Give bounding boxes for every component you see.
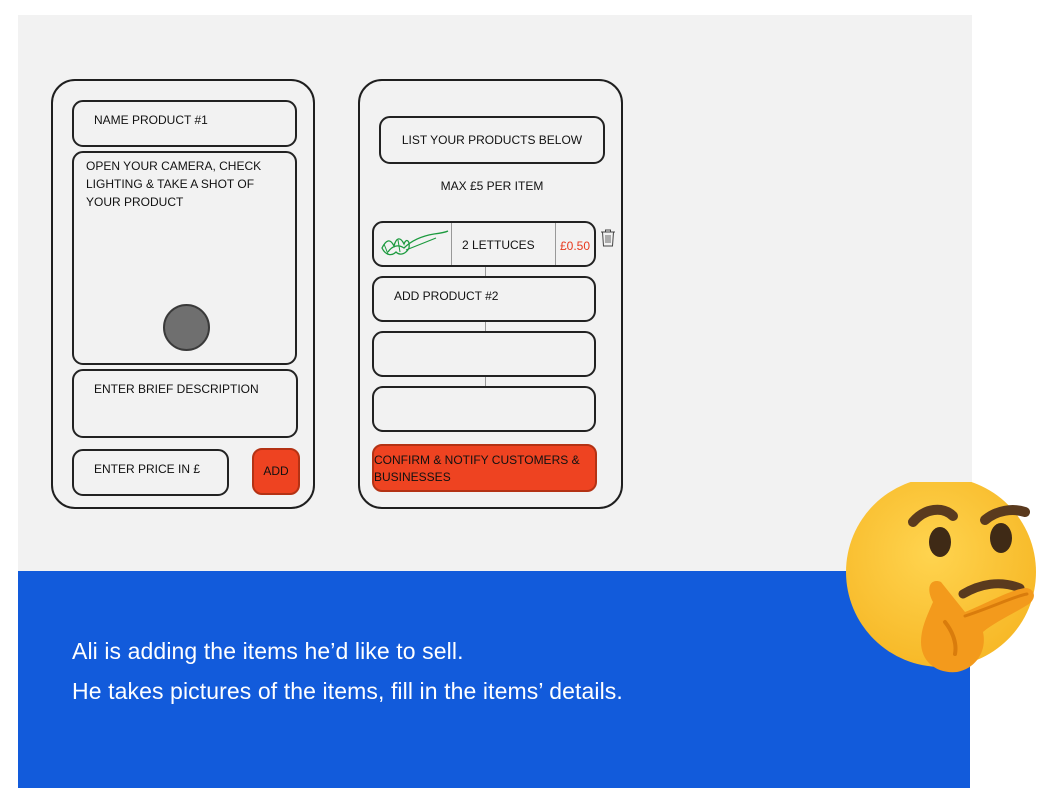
caption-line-1: Ali is adding the items he’d like to sel… (72, 638, 464, 664)
description-input[interactable]: ENTER BRIEF DESCRIPTION (72, 369, 298, 438)
price-input[interactable]: ENTER PRICE IN £ (72, 449, 229, 496)
lettuce-sketch-icon (381, 230, 449, 256)
confirm-notify-button[interactable]: CONFIRM & NOTIFY CUSTOMERS & BUSINESSES (372, 444, 597, 492)
list-header: LIST YOUR PRODUCTS BELOW (379, 116, 605, 164)
item-price: £0.50 (560, 239, 591, 253)
confirm-button-label: CONFIRM & NOTIFY CUSTOMERS & BUSINESSES (374, 453, 580, 484)
item-name: 2 LETTUCES (462, 238, 535, 252)
empty-product-slot[interactable] (372, 386, 596, 432)
description-placeholder: ENTER BRIEF DESCRIPTION (94, 382, 259, 396)
camera-viewfinder[interactable]: OPEN YOUR CAMERA, CHECK LIGHTING & TAKE … (72, 151, 297, 365)
add-button[interactable]: ADD (252, 448, 300, 495)
item-divider (555, 223, 556, 265)
thinking-face-emoji (846, 482, 1036, 673)
camera-prompt: OPEN YOUR CAMERA, CHECK LIGHTING & TAKE … (86, 159, 262, 209)
item-divider (451, 223, 452, 265)
add-product-placeholder: ADD PRODUCT #2 (394, 289, 499, 303)
price-placeholder: ENTER PRICE IN £ (94, 462, 201, 476)
list-header-label: LIST YOUR PRODUCTS BELOW (401, 133, 583, 147)
product-name-input[interactable]: NAME PRODUCT #1 (72, 100, 297, 147)
add-button-label: ADD (263, 464, 289, 478)
product-list-item[interactable]: 2 LETTUCES £0.50 (372, 221, 596, 267)
camera-shutter-icon[interactable] (163, 304, 210, 351)
add-product-input[interactable]: ADD PRODUCT #2 (372, 276, 596, 322)
max-price-note: MAX £5 PER ITEM (440, 179, 544, 193)
product-name-placeholder: NAME PRODUCT #1 (94, 113, 208, 127)
caption-line-2: He takes pictures of the items, fill in … (72, 678, 623, 704)
phone-product-list: LIST YOUR PRODUCTS BELOW MAX £5 PER ITEM… (358, 79, 623, 509)
empty-product-slot[interactable] (372, 331, 596, 377)
phone-add-product: NAME PRODUCT #1 OPEN YOUR CAMERA, CHECK … (51, 79, 315, 509)
trash-icon[interactable] (600, 228, 616, 248)
